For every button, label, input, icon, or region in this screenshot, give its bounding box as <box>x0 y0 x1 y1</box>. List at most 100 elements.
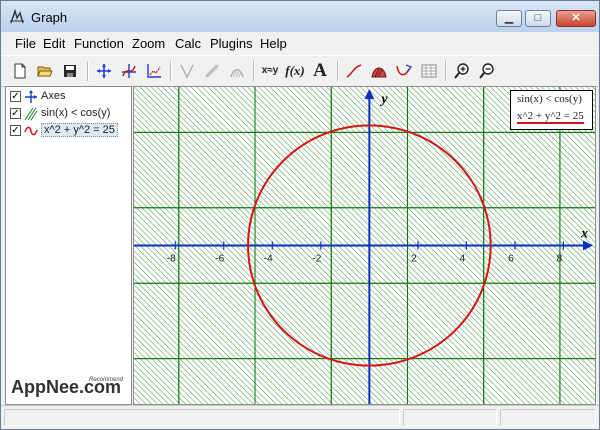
insert-area-button[interactable] <box>368 60 390 82</box>
watermark-tag: Recommend <box>89 377 124 383</box>
toolbar: x≈y f(x) A <box>1 55 599 87</box>
function-axes-icon <box>122 64 136 78</box>
status-bar <box>1 405 599 429</box>
function-label: sin(x) < cos(y) <box>41 107 111 119</box>
status-cell <box>403 409 497 426</box>
x-tick-label: -8 <box>167 254 176 265</box>
shaded-region <box>134 131 180 209</box>
shaded-region <box>134 282 180 360</box>
menu-bar: File Edit Function Zoom Calc Plugins Hel… <box>1 32 599 54</box>
toolbar-separator <box>445 61 447 81</box>
shaded-region <box>178 87 256 133</box>
app-window: Graph ▁ □ ✕ File Edit Function Zoom Calc… <box>0 0 600 430</box>
menu-file[interactable]: File <box>15 36 36 51</box>
y-axis-label: y <box>379 92 388 107</box>
axes-icon <box>25 90 37 103</box>
relation-button[interactable] <box>226 60 248 82</box>
table-button[interactable] <box>418 60 440 82</box>
shading-icon <box>205 64 219 78</box>
folder-open-icon <box>37 66 53 77</box>
toolbar-separator <box>170 61 172 81</box>
shaded-region <box>406 87 485 133</box>
zoom-in-button[interactable] <box>451 60 473 82</box>
insert-trendline-button[interactable] <box>343 60 365 82</box>
minimize-button[interactable]: ▁ <box>496 10 522 27</box>
shaded-region <box>254 358 332 404</box>
insert-point-series-button[interactable] <box>143 60 165 82</box>
shaded-region <box>406 131 485 209</box>
table-grid-icon <box>421 64 437 78</box>
shaded-region <box>254 282 332 360</box>
tangent-icon <box>180 64 194 79</box>
area-icon <box>371 67 387 78</box>
status-cell <box>4 409 400 426</box>
shaded-region <box>559 358 595 404</box>
maximize-icon: □ <box>534 12 542 24</box>
visibility-checkbox[interactable]: ✓ <box>10 108 21 119</box>
x-axis-label: x <box>580 227 588 242</box>
toolbar-separator <box>337 61 339 81</box>
function-label: Axes <box>41 90 66 102</box>
shaded-region <box>559 131 595 209</box>
menu-zoom[interactable]: Zoom <box>132 36 165 51</box>
toolbar-separator <box>253 61 255 81</box>
menu-calc[interactable]: Calc <box>175 36 201 51</box>
legend-box: sin(x) < cos(y) x^2 + y^2 = 25 <box>510 90 593 130</box>
new-file-icon <box>14 63 26 79</box>
evaluate-button[interactable] <box>393 60 415 82</box>
shaded-region <box>178 358 256 404</box>
shaded-region <box>483 131 561 209</box>
open-file-button[interactable] <box>34 60 56 82</box>
status-cell <box>500 409 596 426</box>
legend-entry: x^2 + y^2 = 25 <box>517 110 584 124</box>
function-list-panel: ✓ Axes ✓ sin(x) < cos(y) ✓ x^2 + y^2 = 2… <box>5 86 132 405</box>
function-label: x^2 + y^2 = 25 <box>41 123 118 137</box>
x-tick-label: 2 <box>411 254 417 265</box>
shaded-region <box>254 87 332 133</box>
insert-function-button[interactable] <box>118 60 140 82</box>
shaded-region <box>254 131 332 209</box>
relation-icon <box>230 68 244 78</box>
shaded-region <box>178 131 256 209</box>
shaded-region <box>483 358 561 404</box>
legend-entry: sin(x) < cos(y) <box>517 93 582 105</box>
shaded-region <box>483 282 561 360</box>
x-tick-label: 6 <box>508 254 514 265</box>
shaded-region <box>406 282 485 360</box>
close-button[interactable]: ✕ <box>556 10 596 27</box>
insert-label-button[interactable]: A <box>309 60 331 82</box>
menu-function[interactable]: Function <box>74 36 124 51</box>
window-title: Graph <box>31 10 68 25</box>
x-tick-label: -2 <box>312 254 321 265</box>
menu-help[interactable]: Help <box>260 36 287 51</box>
shading-button[interactable] <box>201 60 223 82</box>
axes-button[interactable] <box>93 60 115 82</box>
maximize-button[interactable]: □ <box>525 10 551 27</box>
insert-relation-button[interactable]: x≈y <box>259 60 281 82</box>
zoom-out-icon <box>479 63 494 79</box>
custom-function-button[interactable]: f(x) <box>284 60 306 82</box>
graph-plot-area[interactable]: -8 -6 -4 -2 2 4 6 8 x y <box>133 86 596 405</box>
menu-plugins[interactable]: Plugins <box>210 36 253 51</box>
x-tick-label: -6 <box>215 254 224 265</box>
title-bar[interactable]: Graph ▁ □ ✕ <box>1 1 599 32</box>
x-tick-label: 8 <box>557 254 563 265</box>
visibility-checkbox[interactable]: ✓ <box>10 91 21 102</box>
shaded-region <box>406 358 485 404</box>
floppy-disk-icon <box>64 65 76 77</box>
graph-canvas[interactable]: -8 -6 -4 -2 2 4 6 8 x y <box>134 87 595 404</box>
point-series-icon <box>147 64 161 78</box>
toolbar-separator <box>87 61 89 81</box>
shaded-region <box>559 282 595 360</box>
visibility-checkbox[interactable]: ✓ <box>10 125 21 136</box>
save-button[interactable] <box>59 60 81 82</box>
zoom-in-icon <box>454 63 469 79</box>
tangent-button[interactable] <box>176 60 198 82</box>
zoom-out-button[interactable] <box>476 60 498 82</box>
menu-edit[interactable]: Edit <box>43 36 65 51</box>
curve-icon <box>24 126 38 136</box>
shading-relation-icon <box>24 107 38 121</box>
new-file-button[interactable] <box>9 60 31 82</box>
shaded-region <box>134 87 180 133</box>
evaluate-icon <box>396 64 412 76</box>
